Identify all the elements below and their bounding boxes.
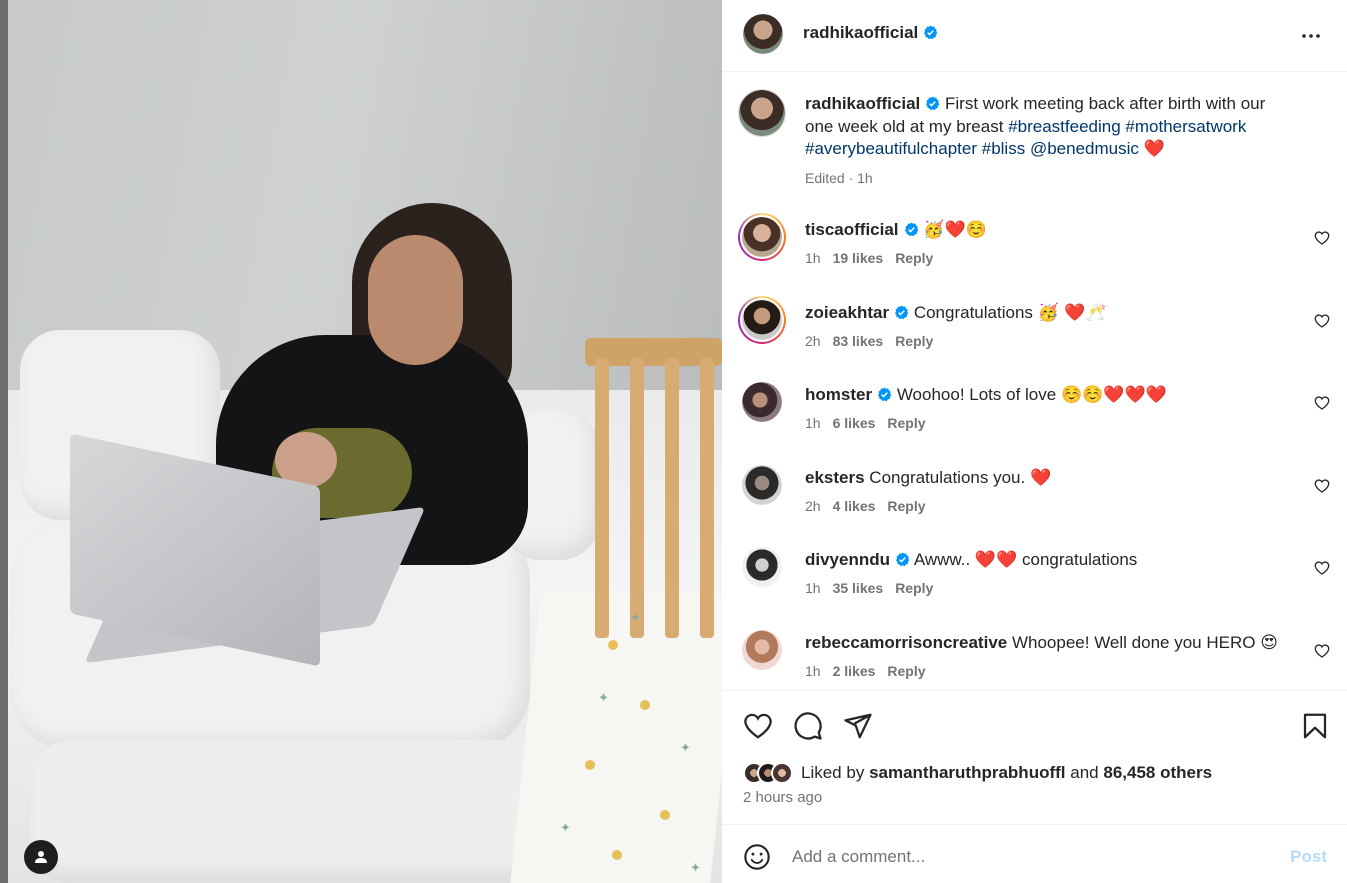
verified-badge-icon bbox=[895, 305, 909, 320]
comment-avatar[interactable] bbox=[742, 217, 782, 257]
verified-badge-icon bbox=[926, 96, 940, 111]
tagged-users-button[interactable] bbox=[24, 840, 58, 874]
user-icon bbox=[35, 851, 47, 863]
comment-time: 2h bbox=[805, 333, 821, 349]
like-heart-icon[interactable] bbox=[743, 711, 773, 741]
comment-avatar[interactable] bbox=[742, 300, 782, 340]
verified-badge-icon bbox=[878, 387, 892, 402]
likes-and: and bbox=[1070, 763, 1099, 782]
hashtag-link[interactable]: #mothersatwork bbox=[1125, 117, 1246, 136]
heart-icon[interactable] bbox=[1314, 313, 1330, 329]
author-username[interactable]: radhikaofficial bbox=[803, 23, 918, 42]
photo-blanket bbox=[30, 740, 570, 883]
comment-time: 1h bbox=[805, 415, 821, 431]
caption-username[interactable]: radhikaofficial bbox=[805, 94, 920, 113]
heart-icon[interactable] bbox=[1314, 478, 1330, 494]
reply-button[interactable]: Reply bbox=[895, 250, 933, 266]
comment-likes[interactable]: 35 likes bbox=[833, 580, 884, 596]
comment-avatar[interactable] bbox=[742, 382, 782, 422]
share-icon[interactable] bbox=[843, 711, 873, 741]
hashtag-link[interactable]: #breastfeeding bbox=[1008, 117, 1120, 136]
comment-text: Whoopee! Well done you HERO bbox=[1011, 633, 1256, 652]
comment-text: Congratulations you. bbox=[869, 468, 1026, 487]
post-caption: radhikaofficial First work meeting back … bbox=[805, 93, 1295, 189]
likes-summary: Liked by samantharuthprabhuoffl and 86,4… bbox=[743, 760, 1212, 786]
photo-crib bbox=[509, 338, 722, 883]
reply-button[interactable]: Reply bbox=[887, 415, 925, 431]
liker-username[interactable]: samantharuthprabhuoffl bbox=[869, 763, 1065, 783]
comment-likes[interactable]: 6 likes bbox=[833, 415, 876, 431]
likes-others-link[interactable]: 86,458 others bbox=[1103, 763, 1212, 783]
comment-icon[interactable] bbox=[793, 711, 823, 741]
edited-label: Edited · 1h bbox=[805, 169, 873, 186]
comment-emoji: ❤️ bbox=[1029, 468, 1052, 488]
comment-avatar[interactable] bbox=[742, 465, 782, 505]
caption-avatar[interactable] bbox=[738, 89, 786, 137]
comment-username[interactable]: divyenndu bbox=[805, 550, 890, 569]
heart-icon[interactable] bbox=[1314, 560, 1330, 576]
liker-avatar bbox=[771, 762, 793, 784]
comment-avatar[interactable] bbox=[742, 630, 782, 670]
comment-time: 1h bbox=[805, 250, 821, 266]
hashtag-link[interactable]: #averybeautifulchapter bbox=[805, 139, 977, 158]
emoji-icon[interactable] bbox=[743, 843, 771, 871]
comment-username[interactable]: zoieakhtar bbox=[805, 303, 889, 322]
post-details-panel: radhikaofficial radhikaofficial First wo… bbox=[722, 0, 1347, 883]
comment-username[interactable]: rebeccamorrisoncreative bbox=[805, 633, 1007, 652]
post-header: radhikaofficial bbox=[722, 0, 1347, 72]
reply-button[interactable]: Reply bbox=[895, 333, 933, 349]
comment-likes[interactable]: 83 likes bbox=[833, 333, 884, 349]
mention-link[interactable]: @benedmusic bbox=[1030, 139, 1139, 158]
add-comment-bar: Add a comment... Post bbox=[722, 824, 1347, 883]
comment-text: Woohoo! Lots of love bbox=[896, 385, 1057, 404]
reply-button[interactable]: Reply bbox=[887, 498, 925, 514]
author-avatar[interactable] bbox=[743, 14, 783, 54]
comment-emoji: 🥳 ❤️🥂 bbox=[1037, 303, 1107, 323]
reply-button[interactable]: Reply bbox=[895, 580, 933, 596]
comment-avatar[interactable] bbox=[742, 547, 782, 587]
instagram-post-viewer: ✦ ✦ ✦ ✦ ✦ radhikaofficial radhikaofficia… bbox=[0, 0, 1347, 883]
more-options-icon[interactable] bbox=[1299, 24, 1323, 48]
verified-badge-icon bbox=[895, 552, 910, 567]
likes-prefix: Liked by bbox=[801, 763, 865, 782]
verified-badge-icon bbox=[924, 25, 938, 40]
hashtag-link[interactable]: #bliss bbox=[982, 139, 1025, 158]
comment-time: 2h bbox=[805, 498, 821, 514]
heart-icon[interactable] bbox=[1314, 643, 1330, 659]
comment-likes[interactable]: 2 likes bbox=[833, 663, 876, 679]
comment-text: Awww.. bbox=[913, 550, 971, 569]
verified-badge-icon bbox=[904, 222, 918, 237]
comment-time: 1h bbox=[805, 580, 821, 596]
comment-text: Congratulations bbox=[913, 303, 1033, 322]
post-comment-button[interactable]: Post bbox=[1290, 847, 1327, 867]
comment-username[interactable]: eksters bbox=[805, 468, 865, 487]
caption-emoji: ❤️ bbox=[1143, 139, 1165, 159]
comment-emoji: 🥳❤️☺️ bbox=[923, 220, 987, 240]
post-timestamp: 2 hours ago bbox=[743, 789, 823, 806]
comment-likes[interactable]: 19 likes bbox=[833, 250, 884, 266]
heart-icon[interactable] bbox=[1314, 395, 1330, 411]
bookmark-icon[interactable] bbox=[1300, 711, 1330, 741]
reply-button[interactable]: Reply bbox=[887, 663, 925, 679]
comment-emoji: ❤️❤️ bbox=[974, 550, 1018, 570]
heart-icon[interactable] bbox=[1314, 230, 1330, 246]
comment-emoji: 😍 bbox=[1260, 633, 1278, 653]
comment-input[interactable]: Add a comment... bbox=[792, 847, 925, 867]
comment-username[interactable]: homster bbox=[805, 385, 872, 404]
comment-time: 1h bbox=[805, 663, 821, 679]
comment-text: congratulations bbox=[1022, 550, 1138, 569]
post-photo[interactable]: ✦ ✦ ✦ ✦ ✦ bbox=[0, 0, 722, 883]
comment-likes[interactable]: 4 likes bbox=[833, 498, 876, 514]
comment-emoji: ☺️☺️❤️❤️❤️ bbox=[1060, 385, 1167, 405]
comment-username[interactable]: tiscaofficial bbox=[805, 220, 899, 239]
